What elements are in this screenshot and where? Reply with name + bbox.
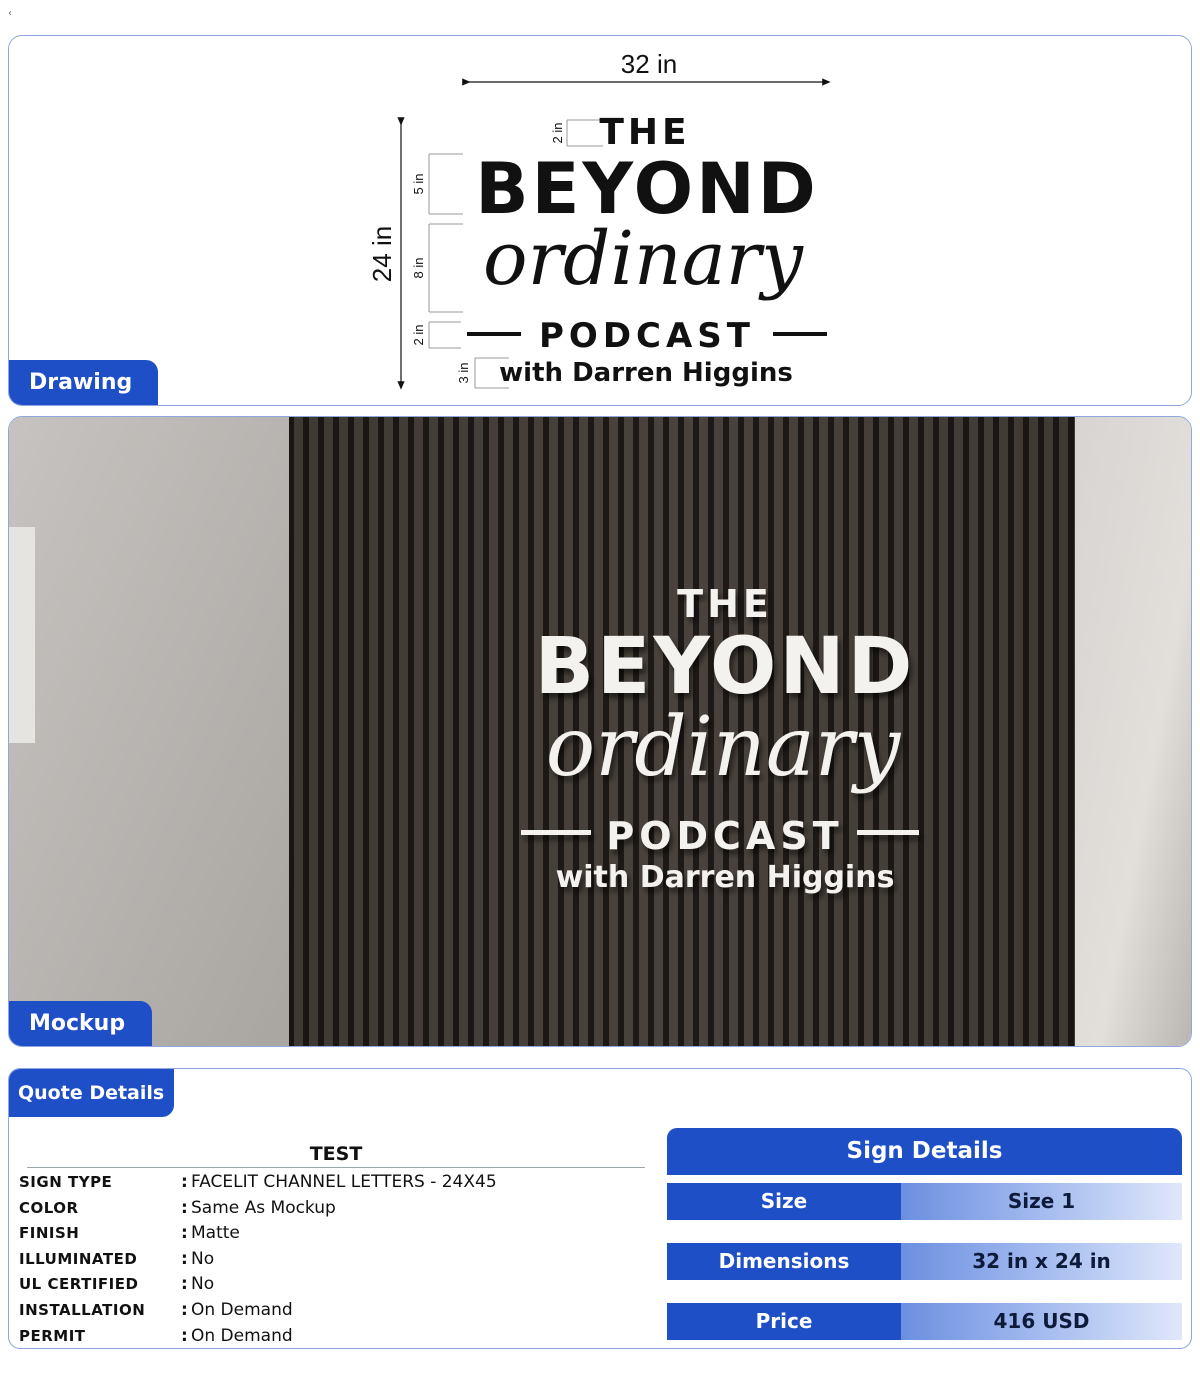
quote-value: On Demand [191,1299,293,1320]
back-chevron-icon[interactable]: ‹ [8,8,12,19]
quote-colon: : [181,1222,188,1243]
height-dimension-label: 24 in [367,226,397,282]
mockup-tab-label: Mockup [9,1001,152,1046]
quote-colon: : [181,1273,188,1294]
sign-mockup-image: THE BEYOND ordinary PODCAST with Darren … [9,417,1191,1046]
quote-row-installation: INSTALLATION : On Demand [19,1297,293,1322]
quote-value: On Demand [191,1325,293,1346]
quote-row-sign-type: SIGN TYPE : FACELIT CHANNEL LETTERS - 24… [19,1169,497,1194]
quote-label: INSTALLATION [19,1300,146,1319]
mockup-logo-byline: with Darren Higgins [556,860,895,895]
mockup-logo-ordinary: ordinary [546,700,902,795]
quote-colon: : [181,1325,188,1346]
quote-row-ul-certified: UL CERTIFIED : No [19,1271,214,1296]
quote-row-finish: FINISH : Matte [19,1220,240,1245]
mockup-panel: THE BEYOND ordinary PODCAST with Darren … [8,416,1192,1047]
sign-details-value: Size 1 [901,1183,1182,1220]
quote-colon: : [181,1171,188,1192]
sign-details-row-price: Price 416 USD [667,1303,1182,1340]
quote-label: PERMIT [19,1326,86,1345]
quote-value: No [191,1248,215,1269]
quote-value: Matte [191,1222,240,1243]
logo-ordinary: ordinary [483,216,804,302]
sign-details-row-size: Size Size 1 [667,1183,1182,1220]
quote-label: ILLUMINATED [19,1249,138,1268]
quote-colon: : [181,1197,188,1218]
sign-details-value: 32 in x 24 in [901,1243,1182,1280]
drawing-panel: 32 in 24 in 2 in 5 in 8 in 2 in 3 in THE… [8,35,1192,406]
sign-details-key: Size [667,1183,901,1220]
logo-the: THE [599,112,690,153]
mockup-logo-podcast: PODCAST [606,814,843,858]
sign-details-key: Price [667,1303,901,1340]
quote-row-color: COLOR : Same As Mockup [19,1195,336,1220]
quote-title: TEST [27,1143,645,1168]
row-dim-podcast: 2 in [411,325,426,346]
width-dimension-label: 32 in [621,49,677,79]
quote-colon: : [181,1248,188,1269]
logo-byline: with Darren Higgins [499,358,793,388]
quote-value: No [191,1273,215,1294]
quote-value: FACELIT CHANNEL LETTERS - 24X45 [191,1171,497,1192]
quote-label: FINISH [19,1223,80,1242]
sign-details-key: Dimensions [667,1243,901,1280]
row-dim-the: 2 in [550,123,565,144]
quote-row-permit: PERMIT : On Demand [19,1323,293,1348]
drawing-tab-label: Drawing [9,360,158,405]
row-dim-beyond: 5 in [411,174,426,195]
quote-details-panel: Quote Details TEST SIGN TYPE : FACELIT C… [8,1068,1192,1349]
row-dim-ordinary: 8 in [411,258,426,279]
quote-label: COLOR [19,1198,79,1217]
row-dim-byline: 3 in [456,363,471,384]
quote-row-illuminated: ILLUMINATED : No [19,1246,214,1271]
sign-details-value: 416 USD [901,1303,1182,1340]
quote-label: UL CERTIFIED [19,1274,139,1293]
sign-details-row-dimensions: Dimensions 32 in x 24 in [667,1243,1182,1280]
lamp-shade [9,527,35,743]
sign-details-header: Sign Details [667,1128,1182,1175]
sign-drawing: 32 in 24 in 2 in 5 in 8 in 2 in 3 in THE… [367,49,831,390]
mockup-logo-beyond: BEYOND [535,622,916,712]
mockup-rule-right [857,830,919,835]
quote-label: SIGN TYPE [19,1172,113,1191]
mockup-logo-the: THE [677,582,773,626]
quote-details-tab-label: Quote Details [9,1069,174,1117]
wall-left [9,417,289,1046]
wall-right [1075,417,1191,1046]
logo-podcast: PODCAST [539,316,755,356]
quote-value: Same As Mockup [191,1197,336,1218]
mockup-rule-left [521,830,591,835]
quote-colon: : [181,1299,188,1320]
